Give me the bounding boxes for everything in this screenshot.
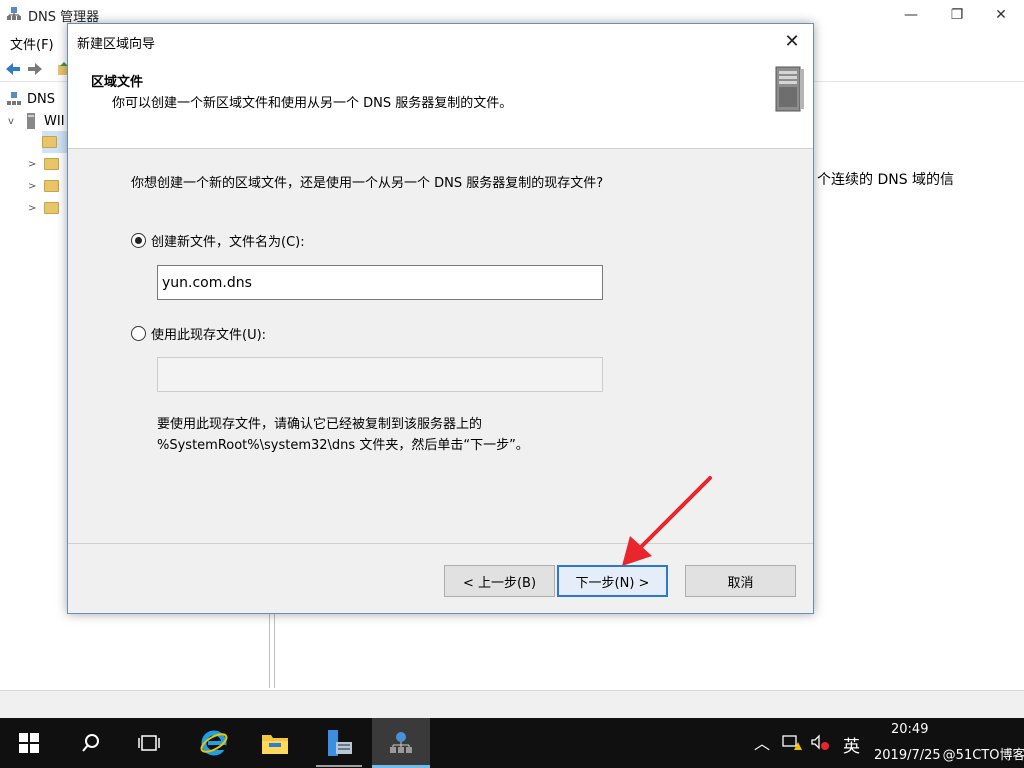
windows-logo-icon bbox=[19, 733, 39, 753]
wizard-subheading: 你可以创建一个新区域文件和使用从另一个 DNS 服务器复制的文件。 bbox=[112, 96, 513, 111]
dns-icon bbox=[7, 92, 21, 105]
maximize-button[interactable]: ❐ bbox=[934, 0, 980, 30]
use-existing-file-option[interactable]: 使用此现存文件(U): bbox=[131, 324, 266, 343]
minimize-button[interactable]: — bbox=[888, 0, 934, 30]
close-button[interactable]: ✕ bbox=[978, 0, 1024, 30]
show-hidden-icons-chevron-icon[interactable]: ︿ bbox=[754, 730, 770, 754]
dns-icon bbox=[390, 732, 412, 753]
create-new-file-option[interactable]: 创建新文件，文件名为(C): bbox=[131, 231, 305, 250]
server-manager-icon bbox=[328, 730, 352, 756]
existing-file-note-line1: 要使用此现存文件，请确认它已经被复制到该服务器上的 bbox=[157, 417, 483, 432]
annotation-arrow bbox=[622, 476, 712, 566]
status-bar bbox=[0, 690, 1024, 718]
tree-item-conditional-forwarders[interactable]: > bbox=[28, 197, 65, 219]
search-button[interactable] bbox=[62, 718, 120, 768]
input-method-indicator[interactable]: 英 bbox=[843, 732, 860, 757]
search-icon bbox=[82, 734, 99, 752]
volume-muted-icon[interactable] bbox=[810, 734, 830, 752]
create-new-file-label: 创建新文件，文件名为(C): bbox=[151, 235, 305, 250]
back-arrow-icon[interactable] bbox=[4, 60, 22, 78]
dns-manager-taskbar-button[interactable] bbox=[372, 718, 430, 768]
internet-explorer-button[interactable] bbox=[185, 718, 243, 768]
details-description: 个连续的 DNS 域的信 bbox=[817, 172, 955, 188]
chevron-right-icon[interactable]: > bbox=[28, 203, 38, 214]
task-view-button[interactable] bbox=[120, 718, 178, 768]
folder-icon bbox=[44, 202, 59, 214]
tree-label-server: WII bbox=[44, 113, 65, 129]
wizard-title: 新建区域向导 bbox=[77, 37, 156, 52]
tree-item-server[interactable]: v WII bbox=[8, 110, 65, 132]
forward-arrow-icon[interactable] bbox=[26, 60, 44, 78]
file-explorer-button[interactable] bbox=[246, 718, 304, 768]
tree-item-reverse-zone[interactable]: > bbox=[28, 153, 65, 175]
dns-app-icon bbox=[7, 7, 21, 20]
internet-explorer-icon bbox=[200, 730, 228, 756]
server-tower-icon bbox=[775, 66, 804, 112]
network-warning-icon[interactable] bbox=[782, 734, 802, 752]
wizard-close-button[interactable]: ✕ bbox=[779, 29, 805, 53]
server-icon bbox=[27, 113, 35, 129]
create-new-file-radio[interactable] bbox=[131, 233, 146, 248]
file-explorer-icon bbox=[262, 735, 288, 754]
wizard-header: 区域文件 你可以创建一个新区域文件和使用从另一个 DNS 服务器复制的文件。 bbox=[68, 57, 813, 149]
menu-file[interactable]: 文件(F) bbox=[10, 34, 54, 53]
folder-icon bbox=[44, 158, 59, 170]
clock-date-value: 2019/7/25 bbox=[874, 748, 941, 763]
tree-item-trust-points[interactable]: > bbox=[28, 175, 65, 197]
existing-file-note-line2: %SystemRoot%\system32\dns 文件夹，然后单击“下一步”。 bbox=[157, 438, 529, 453]
clock-time[interactable]: 20:49 bbox=[891, 722, 928, 737]
tree-label-dns: DNS bbox=[27, 91, 55, 107]
wizard-title-bar: 新建区域向导 ✕ bbox=[68, 24, 813, 57]
chevron-down-icon[interactable]: v bbox=[8, 116, 18, 127]
existing-file-name-input bbox=[157, 357, 603, 392]
zone-file-question: 你想创建一个新的区域文件，还是使用一个从另一个 DNS 服务器复制的现存文件? bbox=[131, 176, 604, 191]
back-button[interactable]: < 上一步(B) bbox=[444, 565, 555, 597]
watermark-text: @51CTO博客 bbox=[942, 748, 1024, 763]
radio-selected-dot bbox=[135, 237, 142, 244]
server-manager-running-indicator bbox=[316, 765, 362, 767]
task-view-icon bbox=[138, 735, 160, 751]
server-manager-button[interactable] bbox=[310, 718, 368, 768]
start-button[interactable] bbox=[0, 718, 58, 768]
new-file-name-input[interactable] bbox=[157, 265, 603, 300]
chevron-right-icon[interactable]: > bbox=[28, 181, 38, 192]
chevron-right-icon[interactable]: > bbox=[28, 159, 38, 170]
tree-item-dns-root[interactable]: DNS bbox=[6, 88, 55, 110]
folder-icon bbox=[42, 136, 57, 148]
folder-icon bbox=[44, 180, 59, 192]
use-existing-file-radio[interactable] bbox=[131, 326, 146, 341]
use-existing-file-label: 使用此现存文件(U): bbox=[151, 328, 267, 343]
system-tray: ︿ 英 20:49 2019/7/25 @51CTO博客 bbox=[748, 718, 1024, 768]
wizard-heading: 区域文件 bbox=[91, 75, 144, 90]
clock-date[interactable]: 2019/7/25 @51CTO博客 bbox=[874, 744, 1024, 763]
